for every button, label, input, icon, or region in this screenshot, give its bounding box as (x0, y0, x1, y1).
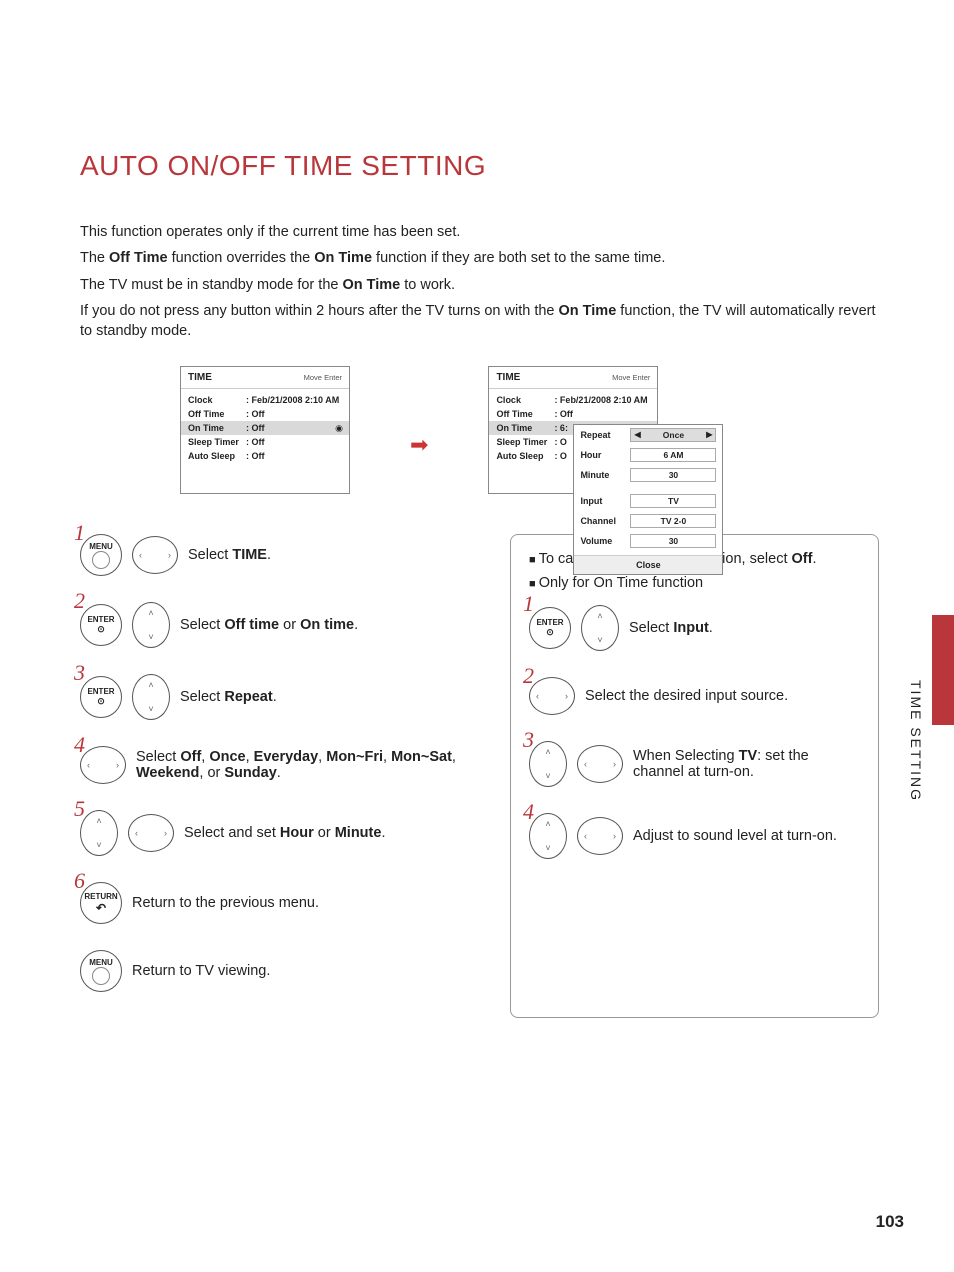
step-number: 3 (74, 660, 85, 686)
submenu-popup: Repeat◀Once▶ Hour6 AM Minute30 InputTV C… (573, 424, 723, 575)
close-button[interactable]: Close (574, 555, 722, 574)
osd-row: Off Time: Off (496, 407, 650, 421)
popup-row: Volume30 (574, 531, 722, 551)
intro-line-2: The Off Time function overrides the On T… (80, 248, 879, 268)
right-info-box: To cancel On/Off Time function, select O… (510, 534, 879, 1018)
step-6: 6 RETURN↶ Return to the previous menu. (80, 882, 480, 924)
popup-row: Repeat◀Once▶ (574, 425, 722, 445)
step-2: 2 ENTER⊙ ˄˅ Select Off time or On time. (80, 602, 480, 648)
nav-left-right-icon: ‹› (128, 814, 174, 852)
step-number: 1 (74, 520, 85, 546)
step-5: 5 ˄˅ ‹› Select and set Hour or Minute. (80, 810, 480, 856)
return-button[interactable]: RETURN↶ (80, 882, 122, 924)
osd-hints: Move Enter (304, 373, 342, 382)
step-number: 4 (523, 799, 534, 825)
step-4: 4 ‹› Select Off, Once, Everyday, Mon~Fri… (80, 746, 480, 784)
intro-block: This function operates only if the curre… (80, 222, 879, 341)
enter-button[interactable]: ENTER⊙ (80, 604, 122, 646)
step-menu: MENU Return to TV viewing. (80, 950, 480, 992)
osd-row: Clock: Feb/21/2008 2:10 AM (188, 393, 342, 407)
osd-row: Off Time: Off (188, 407, 342, 421)
step-number: 2 (523, 663, 534, 689)
radio-icon: ◉ (335, 423, 343, 434)
rstep-2: 2 ‹› Select the desired input source. (529, 677, 860, 715)
step-number: 6 (74, 868, 85, 894)
popup-row: ChannelTV 2-0 (574, 511, 722, 531)
osd-left: TIME Move Enter Clock: Feb/21/2008 2:10 … (180, 366, 350, 494)
osd-title: TIME (188, 372, 212, 383)
nav-left-right-icon: ‹› (577, 817, 623, 855)
triangle-right-icon: ▶ (706, 430, 712, 439)
nav-up-down-icon: ˄˅ (132, 674, 170, 720)
rstep-1: 1 ENTER⊙ ˄˅ Select Input. (529, 605, 860, 651)
intro-line-1: This function operates only if the curre… (80, 222, 879, 242)
page-title: AUTO ON/OFF TIME SETTING (80, 150, 879, 182)
popup-row: InputTV (574, 491, 722, 511)
nav-left-right-icon: ‹› (80, 746, 126, 784)
nav-up-down-icon: ˄˅ (581, 605, 619, 651)
step-1: 1 MENU ‹› Select TIME. (80, 534, 480, 576)
side-tab (932, 615, 954, 725)
step-3: 3 ENTER⊙ ˄˅ Select Repeat. (80, 674, 480, 720)
nav-left-right-icon: ‹› (577, 745, 623, 783)
side-label: TIME SETTING (908, 680, 924, 802)
rstep-3: 3 ˄˅ ‹› When Selecting TV: set the chann… (529, 741, 860, 787)
step-number: 3 (523, 727, 534, 753)
menu-button[interactable]: MENU (80, 950, 122, 992)
nav-up-down-icon: ˄˅ (529, 813, 567, 859)
bullet-ontime: Only for On Time function (529, 575, 860, 591)
page-number: 103 (876, 1212, 904, 1232)
nav-up-down-icon: ˄˅ (132, 602, 170, 648)
arrow-right-icon: ➡ (410, 432, 428, 458)
step-number: 4 (74, 732, 85, 758)
step-number: 2 (74, 588, 85, 614)
nav-up-down-icon: ˄˅ (529, 741, 567, 787)
nav-left-right-icon: ‹› (132, 536, 178, 574)
rstep-4: 4 ˄˅ ‹› Adjust to sound level at turn-on… (529, 813, 860, 859)
intro-line-3: The TV must be in standby mode for the O… (80, 275, 879, 295)
osd-row: Auto Sleep: Off (188, 449, 342, 463)
osd-row: Sleep Timer: Off (188, 435, 342, 449)
osd-row-highlight: On Time: Off◉ (181, 421, 349, 435)
enter-button[interactable]: ENTER⊙ (80, 676, 122, 718)
menu-button[interactable]: MENU (80, 534, 122, 576)
nav-up-down-icon: ˄˅ (80, 810, 118, 856)
osd-hints: Move Enter (612, 373, 650, 382)
triangle-left-icon: ◀ (634, 430, 640, 439)
enter-button[interactable]: ENTER⊙ (529, 607, 571, 649)
popup-row: Hour6 AM (574, 445, 722, 465)
osd-title: TIME (496, 372, 520, 383)
osd-row: Clock: Feb/21/2008 2:10 AM (496, 393, 650, 407)
intro-line-4: If you do not press any button within 2 … (80, 301, 879, 342)
step-number: 1 (523, 591, 534, 617)
popup-row: Minute30 (574, 465, 722, 485)
nav-left-right-icon: ‹› (529, 677, 575, 715)
step-number: 5 (74, 796, 85, 822)
